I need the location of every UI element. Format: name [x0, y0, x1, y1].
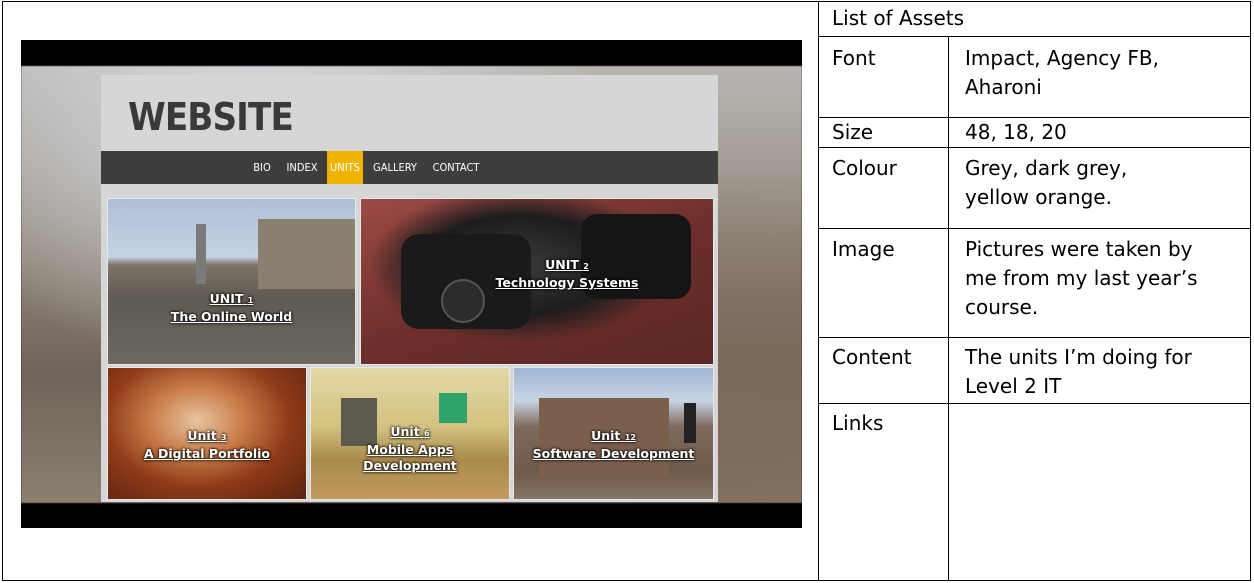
- row-label-font: Font: [832, 46, 876, 70]
- website-mockup-image: WEBSITE BIO INDEX UNITS GALLERY CONTACT …: [21, 40, 802, 528]
- unit-12-title: Software Development: [532, 446, 695, 461]
- row-value-size: 48, 18, 20: [965, 120, 1067, 144]
- row-value-image: Pictures were taken by me from my last y…: [965, 237, 1198, 319]
- building-shape: [258, 219, 355, 289]
- nav-index[interactable]: INDEX: [285, 151, 319, 184]
- row-value-content: The units I’m doing for Level 2 IT: [965, 345, 1192, 398]
- unit-3-label: Unit 3 A Digital Portfolio: [108, 428, 306, 462]
- unit-tile-3[interactable]: Unit 3 A Digital Portfolio: [107, 367, 307, 500]
- unit-3-number: 3: [221, 433, 227, 442]
- site-logo: WEBSITE: [128, 95, 294, 139]
- unit-12-label: Unit 12 Software Development: [514, 428, 713, 462]
- nav-units[interactable]: UNITS: [327, 151, 363, 184]
- tower-shape: [196, 224, 206, 284]
- artwork-shape: [439, 393, 467, 423]
- unit-tile-12[interactable]: Unit 12 Software Development: [513, 367, 714, 500]
- unit-6-label: Unit 6 Mobile Apps Development: [311, 424, 509, 474]
- row-divider: [818, 36, 1251, 37]
- column-divider: [818, 1, 819, 581]
- unit-1-title: The Online World: [170, 309, 293, 324]
- nav-gallery[interactable]: GALLERY: [371, 151, 419, 184]
- nav-bio[interactable]: BIO: [249, 151, 275, 184]
- unit-1-number: 1: [247, 296, 254, 305]
- site-navbar: BIO INDEX UNITS GALLERY CONTACT: [101, 151, 718, 184]
- row-divider: [818, 147, 1251, 148]
- unit-6-title-line2: Development: [363, 458, 457, 473]
- unit-3-title: A Digital Portfolio: [143, 446, 271, 461]
- nav-contact[interactable]: CONTACT: [427, 151, 485, 184]
- row-divider: [818, 228, 1251, 229]
- unit-6-title: Mobile Apps: [366, 442, 454, 457]
- unit-12-number: 12: [624, 433, 636, 442]
- unit-tile-6[interactable]: Unit 6 Mobile Apps Development: [310, 367, 510, 500]
- row-label-size: Size: [832, 120, 874, 144]
- unit-12-word: Unit: [591, 428, 621, 443]
- unit-6-word: Unit: [390, 424, 420, 439]
- row-label-links: Links: [832, 411, 884, 435]
- assets-heading: List of Assets: [832, 6, 965, 30]
- unit-2-number: 2: [583, 262, 589, 271]
- unit-1-word: UNIT: [209, 291, 244, 306]
- row-value-font: Impact, Agency FB, Aharoni: [965, 46, 1160, 99]
- row-divider: [818, 337, 1251, 338]
- unit-6-number: 6: [424, 429, 430, 438]
- unit-1-label: UNIT 1 The Online World: [108, 291, 355, 325]
- website-page: WEBSITE BIO INDEX UNITS GALLERY CONTACT …: [101, 75, 718, 502]
- unit-2-title: Technology Systems: [495, 275, 639, 290]
- unit-tile-2[interactable]: UNIT 2 Technology Systems: [360, 198, 714, 365]
- unit-2-label: UNIT 2 Technology Systems: [421, 257, 713, 291]
- row-label-content: Content: [832, 345, 912, 369]
- unit-tile-1[interactable]: UNIT 1 The Online World: [107, 198, 356, 365]
- unit-3-word: Unit: [187, 428, 217, 443]
- row-divider: [818, 403, 1251, 404]
- row-value-colour: Grey, dark grey, yellow orange.: [965, 156, 1128, 209]
- row-label-image: Image: [832, 237, 895, 261]
- unit-2-word: UNIT: [545, 257, 579, 272]
- row-label-colour: Colour: [832, 156, 897, 180]
